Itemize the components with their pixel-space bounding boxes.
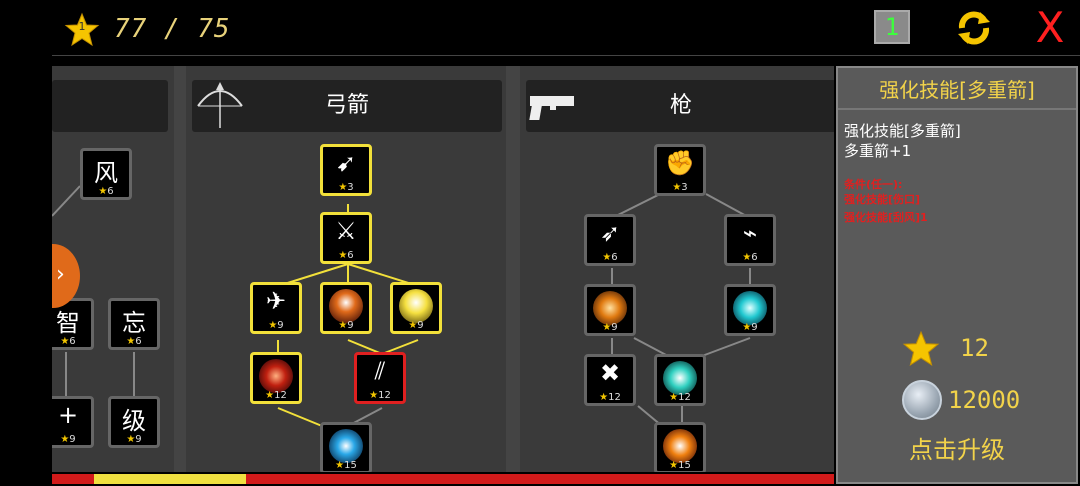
skill-node-bow-1[interactable]: ➹ ★3 xyxy=(320,144,372,196)
skill-node-cost: 3 xyxy=(681,182,688,193)
shield-orb-icon xyxy=(329,289,363,323)
skill-description-name: 强化技能[多重箭] xyxy=(844,122,961,140)
coin-cost-value: 12000 xyxy=(948,386,1021,414)
refresh-icon[interactable] xyxy=(954,8,994,48)
skill-node-gun-8[interactable]: ★15 xyxy=(654,422,706,472)
vortex-orb-icon xyxy=(329,429,363,463)
skill-node-cost: 9 xyxy=(69,434,76,445)
ice-orb-icon xyxy=(733,291,767,325)
star-level-value: 1 xyxy=(78,20,86,33)
skill-node-gun-3[interactable]: ⌁ ★6 xyxy=(724,214,776,266)
skill-node-plus[interactable]: + ★9 xyxy=(52,396,94,448)
skill-node-gun-1[interactable]: ✊ ★3 xyxy=(654,144,706,196)
skill-node-glyph: 级 xyxy=(122,407,146,435)
skill-node-glyph: 忘 xyxy=(122,309,146,337)
fist-icon: ✊ xyxy=(665,149,695,177)
fire-orb-icon xyxy=(593,291,627,325)
explosion-orb-icon xyxy=(663,361,697,395)
coin-icon xyxy=(902,380,942,420)
skill-node-cost: 6 xyxy=(751,252,758,263)
skill-tree-area[interactable]: 弓箭 枪 风 ★6 智 ★6 忘 ★6 + ★9 级 ★9 › ➹ ★3 ⚔ ★… xyxy=(52,66,834,472)
skill-node-cost: 12 xyxy=(378,390,391,401)
skill-node-gun-7[interactable]: ★12 xyxy=(654,354,706,406)
skill-node-cost: 15 xyxy=(344,460,357,471)
scroll-thumb[interactable] xyxy=(94,474,246,484)
skill-node-bow-6[interactable]: ★12 xyxy=(250,352,302,404)
skill-node-cost: 9 xyxy=(347,320,354,331)
skill-node-gun-5[interactable]: ★9 xyxy=(724,284,776,336)
skill-node-cost: 6 xyxy=(611,252,618,263)
panel-divider xyxy=(838,108,1076,110)
bow-skill-icon: ➹ xyxy=(335,149,357,177)
skill-detail-panel: 强化技能[多重箭] 强化技能[多重箭] 多重箭+1 条件(任一): 强化技能[伤… xyxy=(836,66,1078,484)
skill-condition-header: 条件(任一): xyxy=(844,178,903,191)
target-orb-icon xyxy=(259,359,293,393)
skill-description-effect: 多重箭+1 xyxy=(844,142,912,160)
skill-node-cost: 12 xyxy=(608,392,621,403)
skill-node-bow-2[interactable]: ⚔ ★6 xyxy=(320,212,372,264)
skill-node-cost: 15 xyxy=(678,460,691,471)
lightning-orb-icon xyxy=(399,289,433,323)
skill-node-bow-3[interactable]: ✈ ★9 xyxy=(250,282,302,334)
skill-node-cost: 9 xyxy=(417,320,424,331)
star-level-icon: 1 xyxy=(64,12,100,48)
rifles-icon: ✖ xyxy=(599,359,621,387)
hex-shield-orb-icon xyxy=(663,429,697,463)
skill-node-bow-4[interactable]: ★9 xyxy=(320,282,372,334)
skill-node-cost: 9 xyxy=(135,434,142,445)
scroll-indicator[interactable] xyxy=(52,472,834,486)
skill-node-bow-7-selected[interactable]: ⫽ ★12 xyxy=(354,352,406,404)
skill-node-cost: 3 xyxy=(347,182,354,193)
top-bar: 1 77 / 75 1 X xyxy=(52,0,1080,56)
reload-icon: ⌁ xyxy=(742,219,758,247)
archer-icon: ⚔ xyxy=(335,217,357,245)
skill-node-bow-5[interactable]: ★9 xyxy=(390,282,442,334)
skill-node-cost: 9 xyxy=(751,322,758,333)
skill-node-gun-6[interactable]: ✖ ★12 xyxy=(584,354,636,406)
tree-connectors xyxy=(52,185,751,427)
skill-condition-2: 强化技能[刮风]1 xyxy=(844,211,928,224)
skill-condition-1: 强化技能[伤口] xyxy=(844,193,921,206)
skill-node-gun-2[interactable]: ➶ ★6 xyxy=(584,214,636,266)
skill-title: 强化技能[多重箭] xyxy=(879,78,1035,102)
skill-node-glyph: + xyxy=(57,401,79,429)
skill-node-glyph: 智 xyxy=(56,309,80,337)
count-badge[interactable]: 1 xyxy=(874,10,910,44)
kick-icon: ✈ xyxy=(265,287,287,315)
skill-node-bow-8[interactable]: ★15 xyxy=(320,422,372,472)
skill-node-cost: 6 xyxy=(69,336,76,347)
skill-node-cost: 6 xyxy=(107,186,114,197)
multi-arrow-icon: ⫽ xyxy=(374,357,386,385)
bullet-icon: ➶ xyxy=(599,219,621,247)
skill-node-forget[interactable]: 忘 ★6 xyxy=(108,298,160,350)
star-cost-icon xyxy=(902,330,940,368)
close-button[interactable]: X xyxy=(1030,7,1070,49)
skill-node-glyph: 风 xyxy=(94,159,118,187)
chevron-right-icon: › xyxy=(56,262,65,287)
skill-node-cost: 9 xyxy=(611,322,618,333)
skill-node-cost: 9 xyxy=(277,320,284,331)
skill-node-gun-4[interactable]: ★9 xyxy=(584,284,636,336)
skill-node-cost: 6 xyxy=(135,336,142,347)
skill-node-cost: 12 xyxy=(274,390,287,401)
star-cost-value: 12 xyxy=(960,334,989,362)
upgrade-button[interactable]: 点击升级 xyxy=(838,430,1076,465)
skill-node-cost: 12 xyxy=(678,392,691,403)
skill-node-cost: 6 xyxy=(347,250,354,261)
skill-node-level[interactable]: 级 ★9 xyxy=(108,396,160,448)
star-progress: 77 / 75 xyxy=(114,14,231,44)
skill-node-wind[interactable]: 风 ★6 xyxy=(80,148,132,200)
